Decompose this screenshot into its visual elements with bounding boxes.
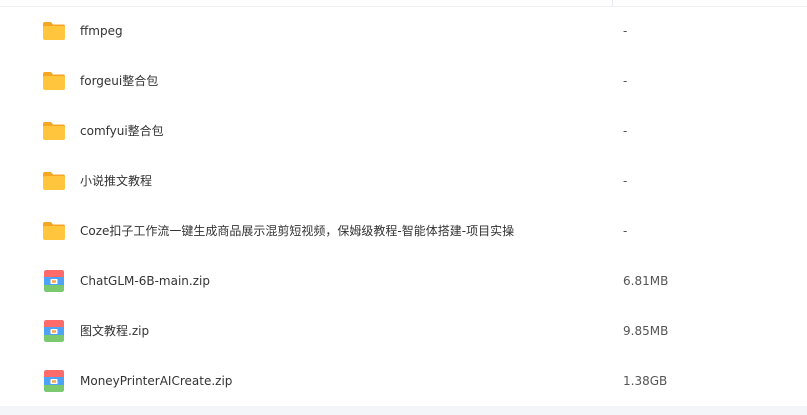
file-row-zip[interactable]: ChatGLM-6B-main.zip 6.81MB	[0, 256, 807, 306]
file-size: 1.38GB	[623, 374, 668, 388]
file-row-zip[interactable]: MoneyPrinterAICreate.zip 1.38GB	[0, 356, 807, 406]
file-name[interactable]: Coze扣子工作流一键生成商品展示混剪短视频，保姆级教程-智能体搭建-项目实操	[80, 206, 514, 256]
file-list: ffmpeg - forgeui整合包 - comfyui整合包 - 小说推文教…	[0, 0, 807, 415]
folder-icon	[43, 72, 65, 90]
file-name[interactable]: MoneyPrinterAICreate.zip	[80, 356, 232, 406]
zip-archive-icon	[44, 370, 64, 392]
file-row-folder[interactable]: 小说推文教程 -	[0, 156, 807, 206]
file-size: -	[623, 174, 628, 188]
folder-icon	[43, 22, 65, 40]
file-size: -	[623, 74, 628, 88]
file-size: 9.85MB	[623, 324, 669, 338]
file-name[interactable]: ChatGLM-6B-main.zip	[80, 256, 210, 306]
file-name[interactable]: forgeui整合包	[80, 56, 158, 106]
file-row-folder[interactable]: Coze扣子工作流一键生成商品展示混剪短视频，保姆级教程-智能体搭建-项目实操 …	[0, 206, 807, 256]
file-name[interactable]: comfyui整合包	[80, 106, 164, 156]
file-row-folder[interactable]: comfyui整合包 -	[0, 106, 807, 156]
zip-archive-icon	[44, 270, 64, 292]
file-size: -	[623, 124, 628, 138]
file-row-folder[interactable]: ffmpeg -	[0, 6, 807, 56]
file-name[interactable]: 图文教程.zip	[80, 306, 149, 356]
folder-icon	[43, 122, 65, 140]
file-name[interactable]: ffmpeg	[80, 6, 123, 56]
file-name[interactable]: 小说推文教程	[80, 156, 152, 206]
folder-icon	[43, 222, 65, 240]
zip-archive-icon	[44, 320, 64, 342]
file-row-zip[interactable]: 图文教程.zip 9.85MB	[0, 306, 807, 356]
list-footer	[0, 406, 807, 415]
file-size: 6.81MB	[623, 274, 669, 288]
file-size: -	[623, 224, 628, 238]
file-size: -	[623, 24, 628, 38]
folder-icon	[43, 172, 65, 190]
file-row-folder[interactable]: forgeui整合包 -	[0, 56, 807, 106]
